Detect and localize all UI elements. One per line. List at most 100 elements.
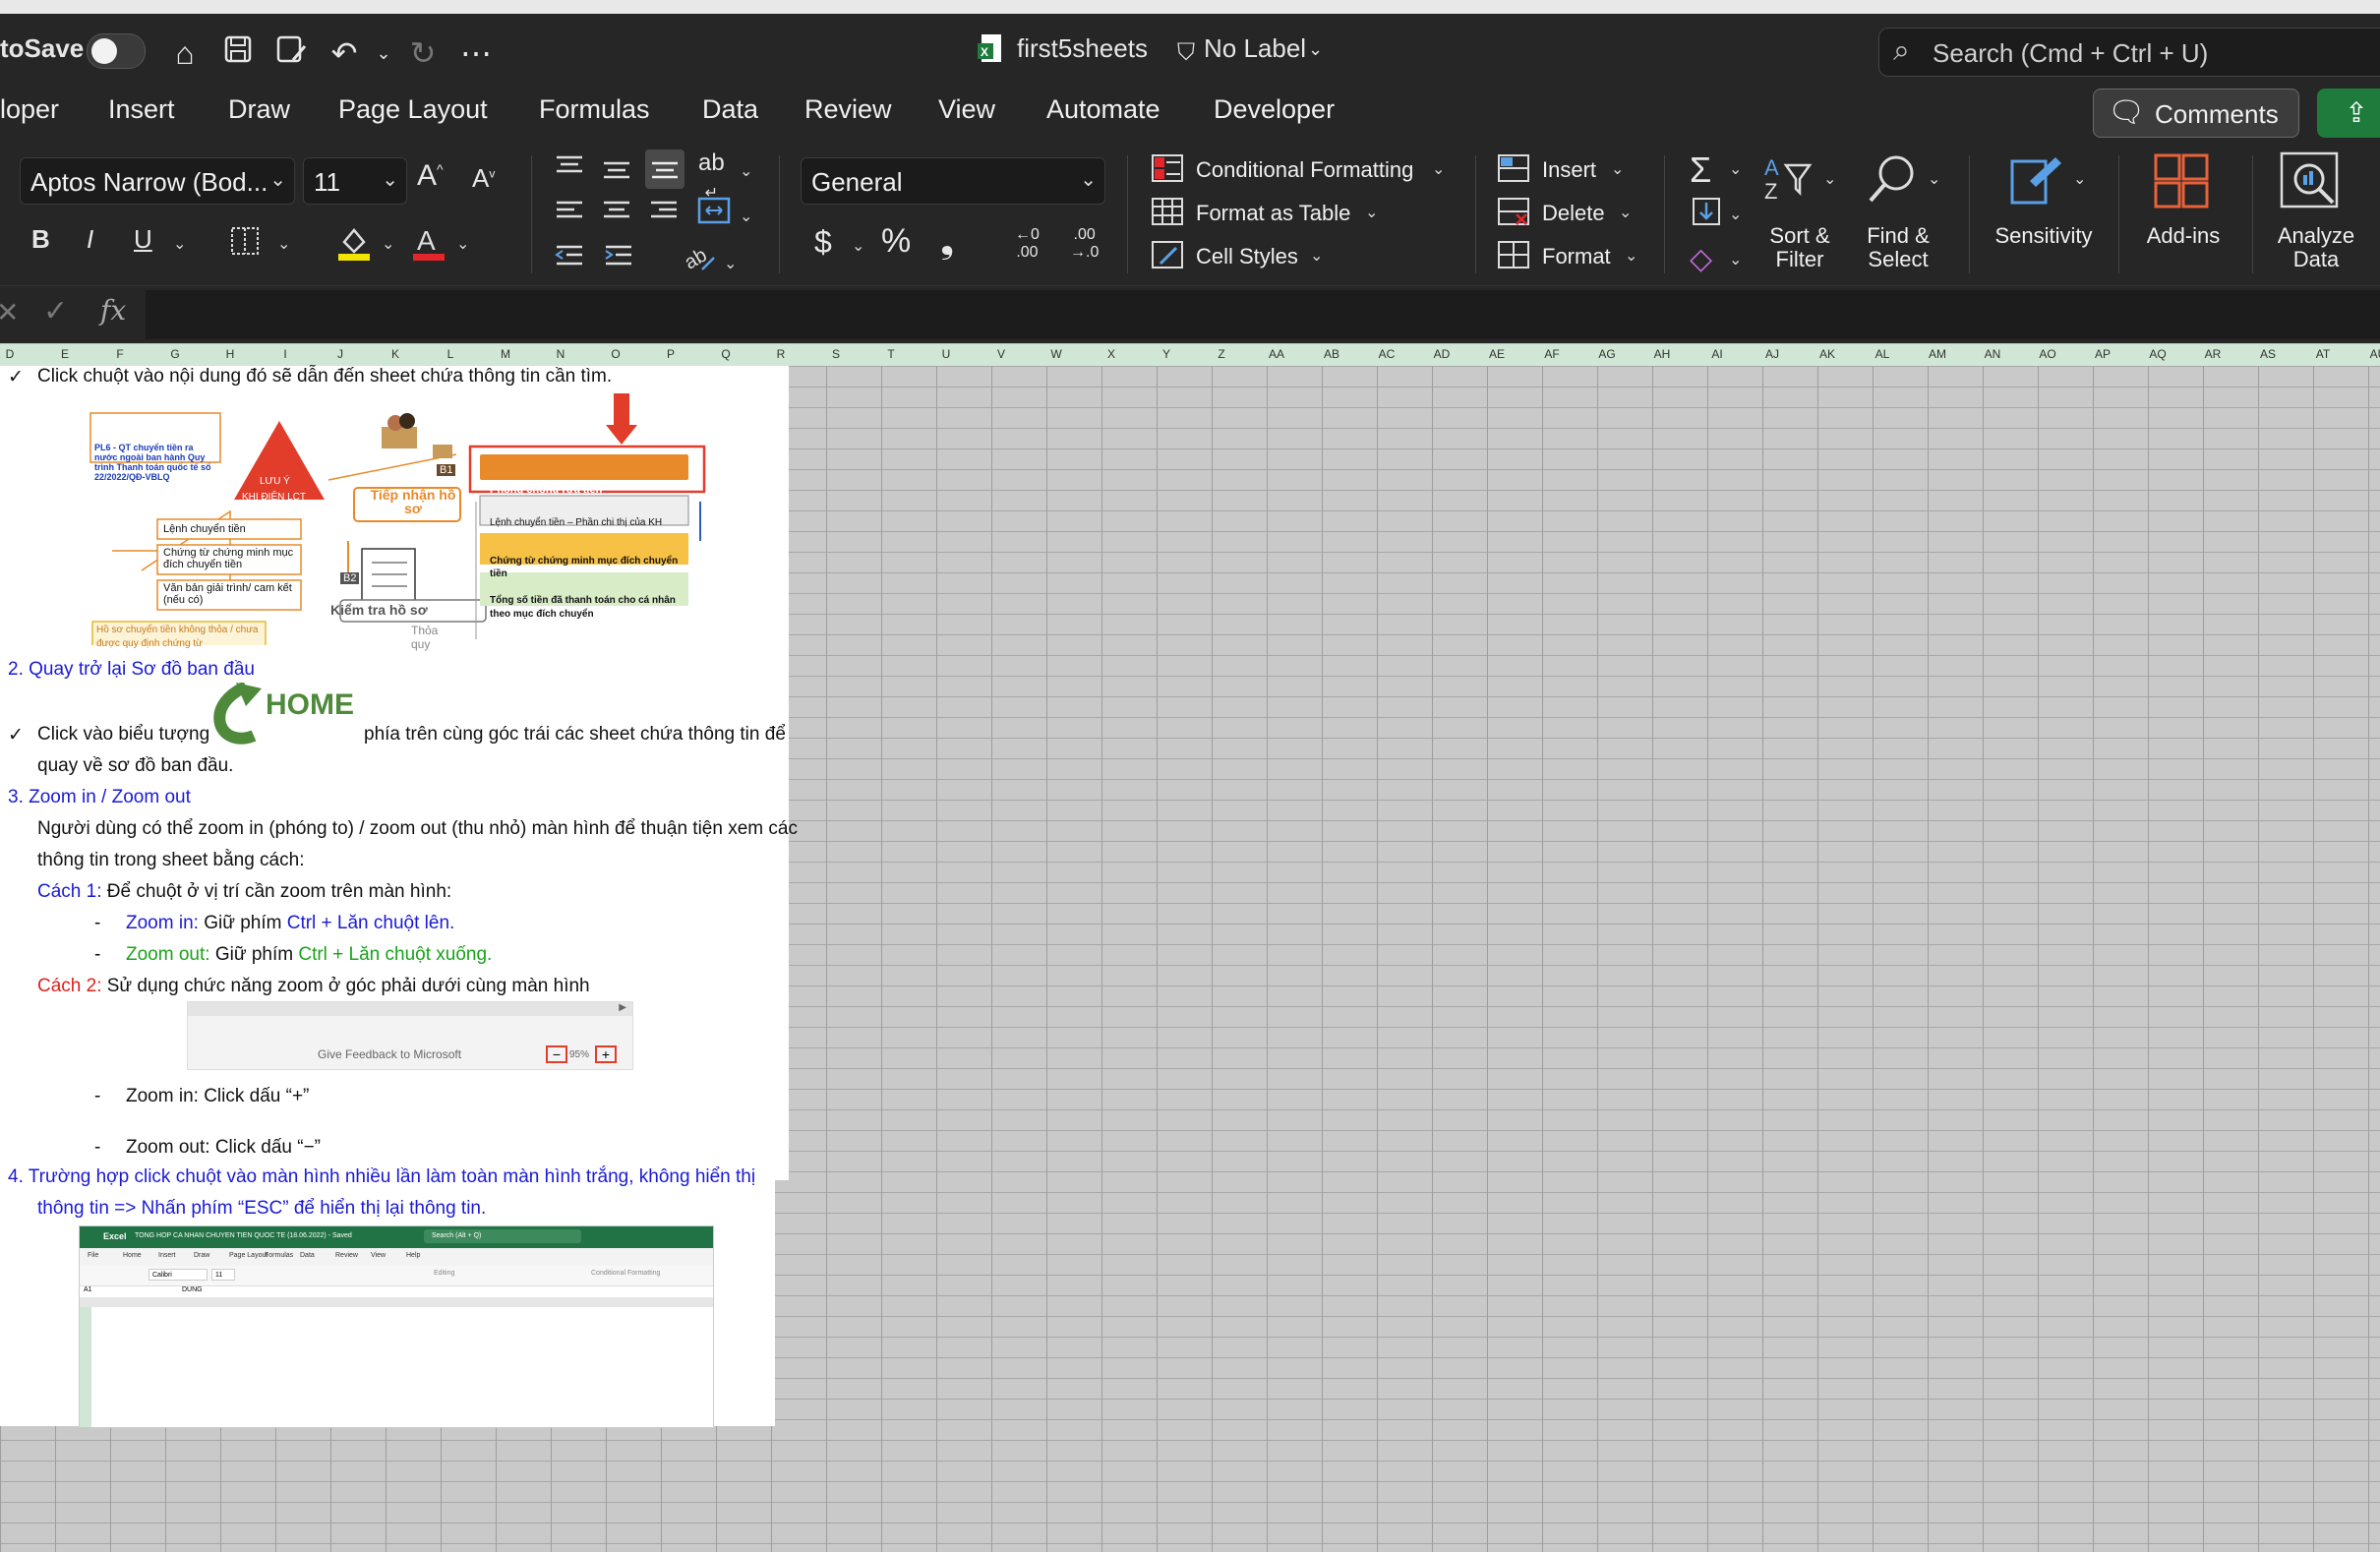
fill-icon[interactable] [1690,197,1723,231]
column-header-g[interactable]: G [148,347,203,361]
chevron-down-icon[interactable]: ⌄ [1308,39,1323,60]
column-header-x[interactable]: X [1084,347,1139,361]
chevron-down-icon[interactable]: ⌄ [1823,169,1836,189]
sensitivity-label-ribbon[interactable]: Sensitivity [1983,224,2105,248]
column-header-l[interactable]: L [423,347,478,361]
column-header-v[interactable]: V [974,347,1029,361]
tab-formulas[interactable]: Formulas [539,94,650,125]
column-header-r[interactable]: R [753,347,808,361]
comma-style-icon[interactable]: ❟ [940,220,954,263]
column-header-aq[interactable]: AQ [2130,347,2185,361]
chevron-down-icon[interactable]: ⌄ [382,234,394,254]
search-input[interactable]: Search (Cmd + Ctrl + U) [1933,38,2208,69]
tab-review[interactable]: Review [804,94,892,125]
column-header-al[interactable]: AL [1855,347,1910,361]
orientation-icon[interactable]: ab [681,240,718,278]
format-label[interactable]: Format [1542,244,1611,269]
tab-developer[interactable]: Developer [1214,94,1335,125]
insert-cells-icon[interactable] [1497,153,1530,188]
fx-icon[interactable]: fx [100,294,126,327]
column-header-z[interactable]: Z [1194,347,1249,361]
chevron-down-icon[interactable]: ⌄ [740,207,752,226]
chevron-down-icon[interactable]: ⌄ [1365,203,1378,222]
chevron-down-icon[interactable]: ⌄ [1310,246,1323,266]
column-header-ab[interactable]: AB [1304,347,1359,361]
delete-label[interactable]: Delete [1542,201,1605,226]
number-format-select[interactable]: General ⌄ [801,157,1105,205]
chevron-down-icon[interactable]: ⌄ [277,234,290,254]
chevron-down-icon[interactable]: ⌄ [1928,169,1940,189]
percent-icon[interactable]: % [881,222,911,261]
search-box[interactable]: ⌕ Search (Cmd + Ctrl + U) [1878,28,2380,77]
column-header-y[interactable]: Y [1139,347,1194,361]
column-header-ao[interactable]: AO [2020,347,2075,361]
analyze-data-label[interactable]: Analyze Data [2262,224,2370,271]
column-header-au[interactable]: AU [2350,347,2380,361]
chevron-down-icon[interactable]: ⌄ [1611,159,1624,179]
column-header-ah[interactable]: AH [1635,347,1690,361]
chevron-down-icon[interactable]: ⌄ [1729,250,1742,269]
underline-button[interactable]: U [134,224,152,255]
column-header-aj[interactable]: AJ [1745,347,1800,361]
insert-label[interactable]: Insert [1542,157,1596,183]
align-center-icon[interactable] [600,197,633,231]
tab-data[interactable]: Data [702,94,758,125]
column-header-e[interactable]: E [37,347,92,361]
chevron-down-icon[interactable]: ⌄ [740,161,752,181]
autosave-toggle[interactable] [87,33,146,69]
enter-icon[interactable]: ✓ [43,294,68,328]
column-header-s[interactable]: S [808,347,863,361]
column-header-k[interactable]: K [368,347,423,361]
cell-styles-label[interactable]: Cell Styles [1196,244,1298,269]
format-as-table-label[interactable]: Format as Table [1196,201,1350,226]
italic-button[interactable]: I [87,224,93,255]
column-header-w[interactable]: W [1029,347,1084,361]
tab-automate[interactable]: Automate [1046,94,1160,125]
merge-center-icon[interactable] [696,195,732,231]
chevron-down-icon[interactable]: ⌄ [173,234,186,254]
column-header-q[interactable]: Q [698,347,753,361]
column-header-m[interactable]: M [478,347,533,361]
add-ins-label[interactable]: Add-ins [2130,224,2236,248]
font-color-icon[interactable]: A [411,224,446,267]
bold-button[interactable]: B [31,224,50,255]
share-button[interactable]: ⇪ [2317,89,2380,138]
column-header-as[interactable]: AS [2240,347,2295,361]
chevron-down-icon[interactable]: ⌄ [1432,159,1445,179]
cancel-icon[interactable]: ✕ [0,296,19,328]
formula-input[interactable] [146,290,2380,339]
sensitivity-label[interactable]: No Label [1204,33,1306,64]
conditional-formatting-label[interactable]: Conditional Formatting [1196,157,1413,183]
align-bottom-icon[interactable] [645,149,684,189]
increase-indent-icon[interactable] [602,242,635,276]
column-header-am[interactable]: AM [1910,347,1965,361]
column-header-i[interactable]: I [258,347,313,361]
chevron-down-icon[interactable]: ⌄ [456,234,469,254]
column-header-ap[interactable]: AP [2075,347,2130,361]
column-header-p[interactable]: P [643,347,698,361]
add-ins-icon[interactable] [2154,153,2209,213]
increase-decimal-icon[interactable]: ←0.00 [1015,226,1040,262]
tab-view[interactable]: View [938,94,995,125]
tab-page-layout[interactable]: Page Layout [338,94,488,125]
conditional-formatting-icon[interactable] [1151,153,1184,188]
fill-color-icon[interactable] [336,224,372,267]
clear-icon[interactable]: ◇ [1690,242,1712,276]
align-right-icon[interactable] [647,197,681,231]
font-size-select[interactable]: 11 ⌄ [303,157,407,205]
align-top-icon[interactable] [553,151,586,186]
autosum-icon[interactable]: Σ [1690,149,1711,191]
save-as-icon[interactable] [271,33,311,73]
chevron-down-icon[interactable]: ⌄ [2073,169,2086,189]
column-header-ae[interactable]: AE [1469,347,1524,361]
tab-draw[interactable]: Draw [228,94,290,125]
column-header-t[interactable]: T [863,347,919,361]
column-header-an[interactable]: AN [1965,347,2020,361]
column-header-ag[interactable]: AG [1579,347,1635,361]
delete-cells-icon[interactable] [1497,197,1530,231]
chevron-down-icon[interactable]: ⌄ [852,236,864,256]
column-header-ac[interactable]: AC [1359,347,1414,361]
chevron-down-icon[interactable]: ⌄ [724,254,737,273]
column-header-j[interactable]: J [313,347,368,361]
tab-insert[interactable]: Insert [108,94,175,125]
